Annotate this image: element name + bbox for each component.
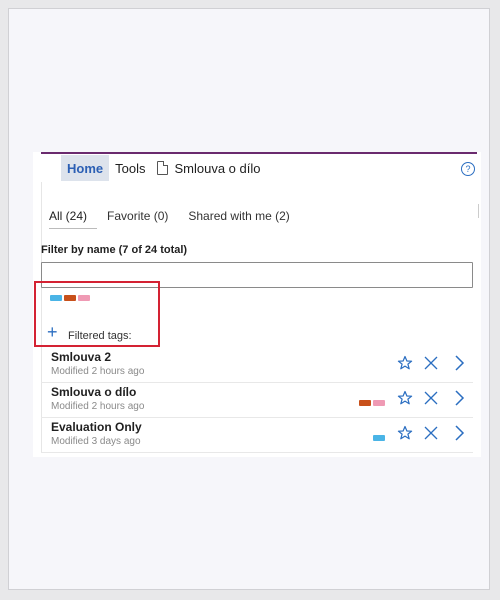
document-row[interactable]: Smlouva o dílo Modified 2 hours ago	[41, 384, 473, 418]
top-navigation: Home Tools Smlouva o dílo ?	[41, 152, 477, 182]
document-tags	[373, 435, 385, 441]
tag-swatch-orange[interactable]	[64, 295, 76, 301]
document-title: Smlouva 2	[51, 350, 112, 364]
tag-swatch-pink[interactable]	[78, 295, 90, 301]
tag-swatch-list	[50, 295, 90, 301]
document-panel: Home Tools Smlouva o dílo ? All (24) Fav…	[33, 152, 481, 457]
nav-document[interactable]: Smlouva o dílo	[151, 155, 266, 181]
filtered-tags-label: Filtered tags:	[68, 330, 132, 342]
document-title: Evaluation Only	[51, 420, 142, 434]
document-modified: Modified 3 days ago	[51, 436, 141, 447]
chevron-right-icon[interactable]	[451, 390, 467, 406]
plus-icon[interactable]: +	[47, 323, 58, 341]
document-tags	[359, 400, 385, 406]
help-icon[interactable]: ?	[461, 162, 475, 176]
filter-label: Filter by name (7 of 24 total)	[41, 244, 188, 256]
tab-shared[interactable]: Shared with me (2)	[188, 209, 289, 223]
document-row[interactable]: Smlouva 2 Modified 2 hours ago	[41, 349, 473, 383]
document-modified: Modified 2 hours ago	[51, 366, 145, 377]
star-icon[interactable]	[397, 425, 413, 441]
chevron-right-icon[interactable]	[451, 425, 467, 441]
document-row[interactable]: Evaluation Only Modified 3 days ago	[41, 419, 473, 453]
tab-bar: All (24) Favorite (0) Shared with me (2)	[49, 209, 310, 223]
tag-swatch-blue[interactable]	[50, 295, 62, 301]
close-icon[interactable]	[423, 390, 439, 406]
document-tag-pink	[373, 400, 385, 406]
chevron-right-icon[interactable]	[451, 355, 467, 371]
star-icon[interactable]	[397, 355, 413, 371]
active-tab-underline	[49, 228, 97, 229]
document-tag-blue	[373, 435, 385, 441]
tab-favorite[interactable]: Favorite (0)	[107, 209, 168, 223]
document-icon	[157, 161, 169, 175]
scrollbar[interactable]	[478, 204, 479, 218]
nav-home[interactable]: Home	[61, 155, 110, 181]
document-tag-orange	[359, 400, 371, 406]
close-icon[interactable]	[423, 355, 439, 371]
document-modified: Modified 2 hours ago	[51, 401, 145, 412]
document-title: Smlouva o dílo	[51, 385, 137, 399]
filter-input[interactable]	[41, 262, 473, 288]
nav-document-label: Smlouva o dílo	[174, 160, 261, 176]
tab-all[interactable]: All (24)	[49, 209, 87, 223]
nav-tools[interactable]: Tools	[109, 155, 151, 181]
close-icon[interactable]	[423, 425, 439, 441]
star-icon[interactable]	[397, 390, 413, 406]
window-frame: Home Tools Smlouva o dílo ? All (24) Fav…	[8, 8, 490, 590]
